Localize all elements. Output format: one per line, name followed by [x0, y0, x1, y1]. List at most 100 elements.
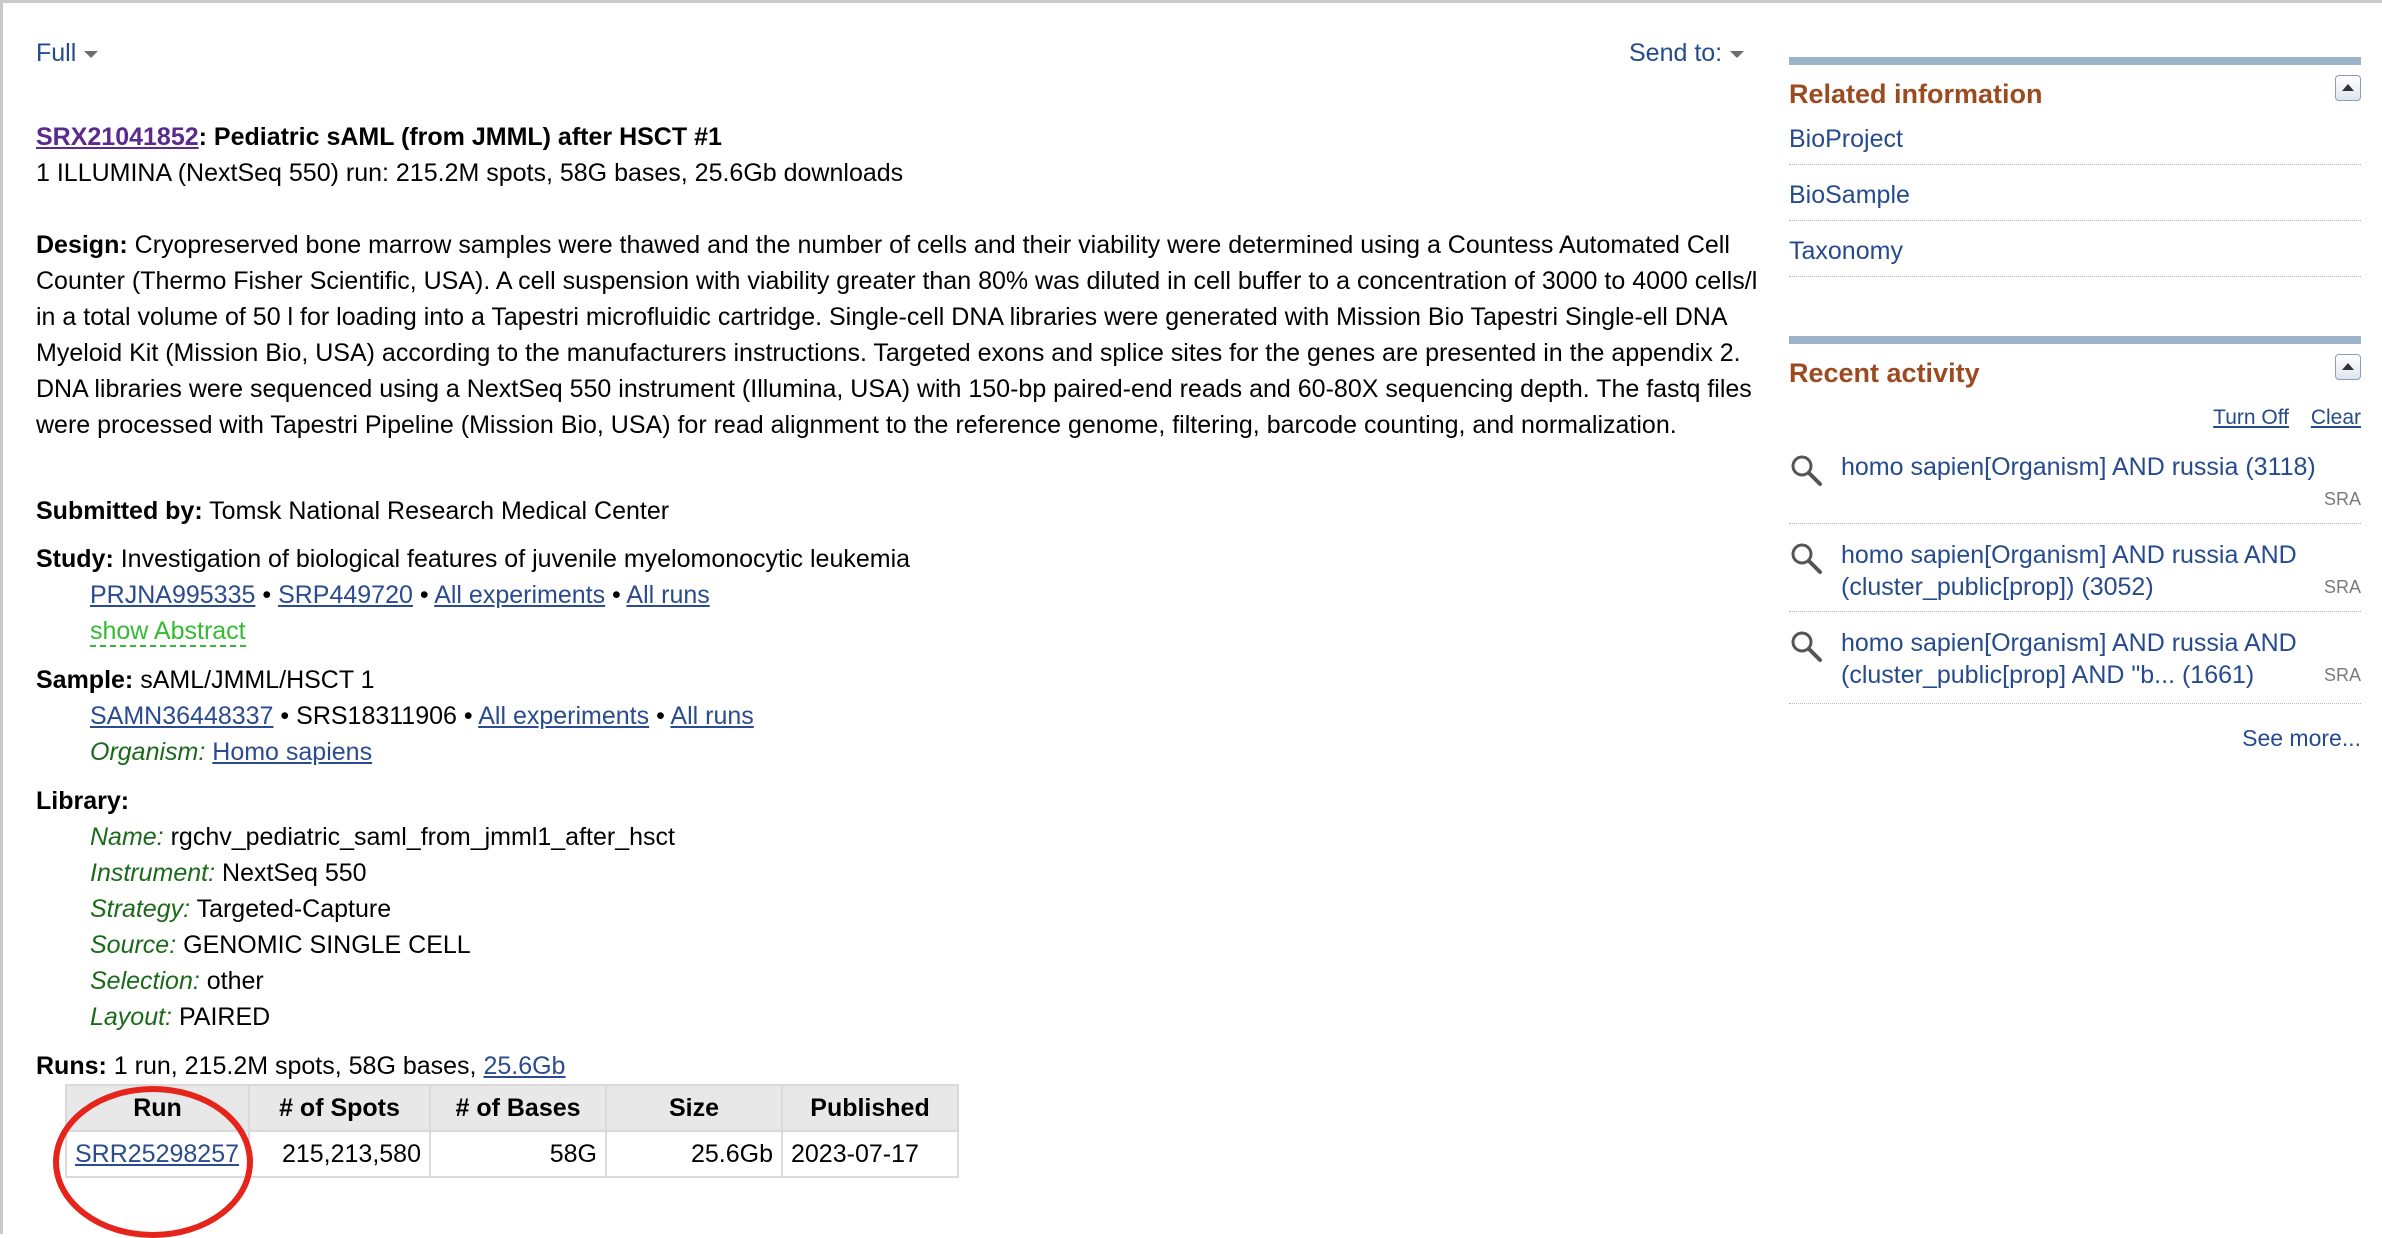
runs-summary-text: 1 run, 215.2M spots, 58G bases, [113, 1052, 477, 1080]
recent-activity-query: homo sapien[Organism] AND russia (3118) [1841, 451, 2321, 483]
column-header-bases: # of Bases [429, 1084, 607, 1132]
separator: • [262, 581, 272, 609]
organism-link[interactable]: Homo sapiens [212, 738, 372, 766]
organism-label: Organism: [90, 738, 206, 766]
design-section: Design: Cryopreserved bone marrow sample… [36, 227, 1761, 443]
design-text: Cryopreserved bone marrow samples were t… [36, 231, 1758, 439]
see-more-link[interactable]: See more... [2242, 725, 2361, 752]
database-tag: SRA [2323, 577, 2361, 597]
query-line: (cluster_public[prop] AND "b... (1661) [1841, 661, 2255, 689]
separator: • [656, 702, 665, 730]
biosample-link[interactable]: SAMN36448337 [90, 702, 273, 730]
send-to-dropdown[interactable]: Send to: [1629, 39, 1745, 68]
related-link-taxonomy[interactable]: Taxonomy [1789, 237, 2361, 277]
study-section: Study: Investigation of biological featu… [36, 541, 1756, 649]
sample-label: Sample: [36, 666, 134, 694]
query-line: (cluster_public[prop]) (3052) [1841, 573, 2154, 601]
library-field: Strategy: Targeted-Capture [36, 891, 1756, 927]
library-field-label: Source: [90, 931, 177, 959]
column-header-published: Published [781, 1084, 959, 1132]
bases-cell: 58G [429, 1130, 607, 1178]
study-value: Investigation of biological features of … [120, 545, 911, 573]
record-summary: 1 ILLUMINA (NextSeq 550) run: 215.2M spo… [36, 159, 904, 187]
runs-label: Runs: [36, 1052, 107, 1080]
magnifier-icon [1791, 543, 1822, 574]
highlight-circle-annotation [53, 1086, 253, 1238]
library-field: Name: rgchv_pediatric_saml_from_jmml1_af… [36, 819, 1756, 855]
library-field-label: Instrument: [90, 859, 216, 887]
send-to-label: Send to: [1629, 39, 1723, 67]
recent-activity-item[interactable]: homo sapien[Organism] AND russia (3118) … [1789, 451, 2361, 524]
related-link-biosample[interactable]: BioSample [1789, 181, 2361, 221]
spots-cell: 215,213,580 [248, 1130, 431, 1178]
library-label: Library: [36, 787, 130, 815]
caret-down-icon [1730, 50, 1745, 58]
related-link-bioproject[interactable]: BioProject [1789, 125, 2361, 165]
study-all-runs-link[interactable]: All runs [626, 581, 709, 609]
submitted-value: Tomsk National Research Medical Center [209, 497, 670, 525]
separator: • [419, 581, 429, 609]
display-format-dropdown[interactable]: Full [36, 39, 99, 68]
runs-summary: Runs: 1 run, 215.2M spots, 58G bases, 25… [36, 1048, 565, 1084]
library-field-value: PAIRED [178, 1003, 271, 1031]
magnifier-icon [1791, 455, 1822, 486]
library-field-label: Strategy: [90, 895, 191, 923]
library-field: Instrument: NextSeq 550 [36, 855, 1756, 891]
library-field: Source: GENOMIC SINGLE CELL [36, 927, 1756, 963]
turn-off-link[interactable]: Turn Off [2213, 406, 2289, 429]
library-field: Layout: PAIRED [36, 999, 1756, 1035]
record-title: SRX21041852: Pediatric sAML (from JMML) … [36, 119, 722, 155]
magnifier-icon [1791, 631, 1822, 662]
sample-section: Sample: sAML/JMML/HSCT 1 SAMN36448337 • … [36, 662, 1756, 770]
recent-activity-query: homo sapien[Organism] AND russia AND (clu… [1841, 539, 2321, 603]
design-label: Design: [36, 231, 128, 259]
column-header-size: Size [605, 1084, 783, 1132]
library-field-value: GENOMIC SINGLE CELL [183, 931, 471, 959]
library-field-value: rgchv_pediatric_saml_from_jmml1_after_hs… [170, 823, 675, 851]
database-tag: SRA [2323, 665, 2361, 685]
bioproject-link[interactable]: PRJNA995335 [90, 581, 255, 609]
recent-activity-query: homo sapien[Organism] AND russia AND (clu… [1841, 627, 2321, 691]
size-cell: 25.6Gb [605, 1130, 783, 1178]
submitted-by: Submitted by: Tomsk National Research Me… [36, 493, 669, 529]
library-field-value: Targeted-Capture [196, 895, 392, 923]
column-header-spots: # of Spots [248, 1084, 431, 1132]
caret-down-icon [84, 50, 99, 58]
display-format-label: Full [36, 39, 77, 67]
database-tag: SRA [2323, 489, 2361, 509]
library-field-value: other [206, 967, 264, 995]
library-field-label: Layout: [90, 1003, 173, 1031]
library-field-label: Name: [90, 823, 164, 851]
runs-size-link[interactable]: 25.6Gb [483, 1052, 565, 1080]
query-line: homo sapien[Organism] AND russia (3118) [1841, 453, 2316, 481]
separator: • [463, 702, 473, 730]
sample-all-runs-link[interactable]: All runs [670, 702, 753, 730]
study-label: Study: [36, 545, 114, 573]
related-information-title: Related information [1789, 79, 2043, 109]
sample-value: sAML/JMML/HSCT 1 [140, 666, 375, 694]
library-field: Selection: other [36, 963, 1756, 999]
library-section: Library: Name: rgchv_pediatric_saml_from… [36, 783, 1756, 1035]
query-line: homo sapien[Organism] AND russia AND [1841, 541, 2297, 569]
recent-activity-item[interactable]: homo sapien[Organism] AND russia AND (clu… [1789, 539, 2361, 612]
panel-divider [1789, 57, 2361, 65]
clear-link[interactable]: Clear [2311, 406, 2361, 429]
collapse-toggle-icon[interactable] [2335, 354, 2361, 380]
submitted-label: Submitted by: [36, 497, 203, 525]
published-cell: 2023-07-17 [781, 1130, 959, 1178]
library-field-value: NextSeq 550 [222, 859, 367, 887]
srs-accession: SRS18311906 [296, 702, 457, 730]
panel-divider [1789, 336, 2361, 344]
recent-activity-item[interactable]: homo sapien[Organism] AND russia AND (clu… [1789, 627, 2361, 704]
show-abstract-toggle[interactable]: show Abstract [90, 617, 246, 647]
query-line: homo sapien[Organism] AND russia AND [1841, 629, 2297, 657]
separator: • [280, 702, 290, 730]
collapse-toggle-icon[interactable] [2335, 75, 2361, 101]
record-title-text: : Pediatric sAML (from JMML) after HSCT … [198, 123, 722, 151]
study-all-experiments-link[interactable]: All experiments [434, 581, 605, 609]
srp-link[interactable]: SRP449720 [278, 581, 413, 609]
sample-all-experiments-link[interactable]: All experiments [478, 702, 649, 730]
library-field-label: Selection: [90, 967, 200, 995]
separator: • [612, 581, 621, 609]
experiment-accession-link[interactable]: SRX21041852 [36, 123, 199, 151]
